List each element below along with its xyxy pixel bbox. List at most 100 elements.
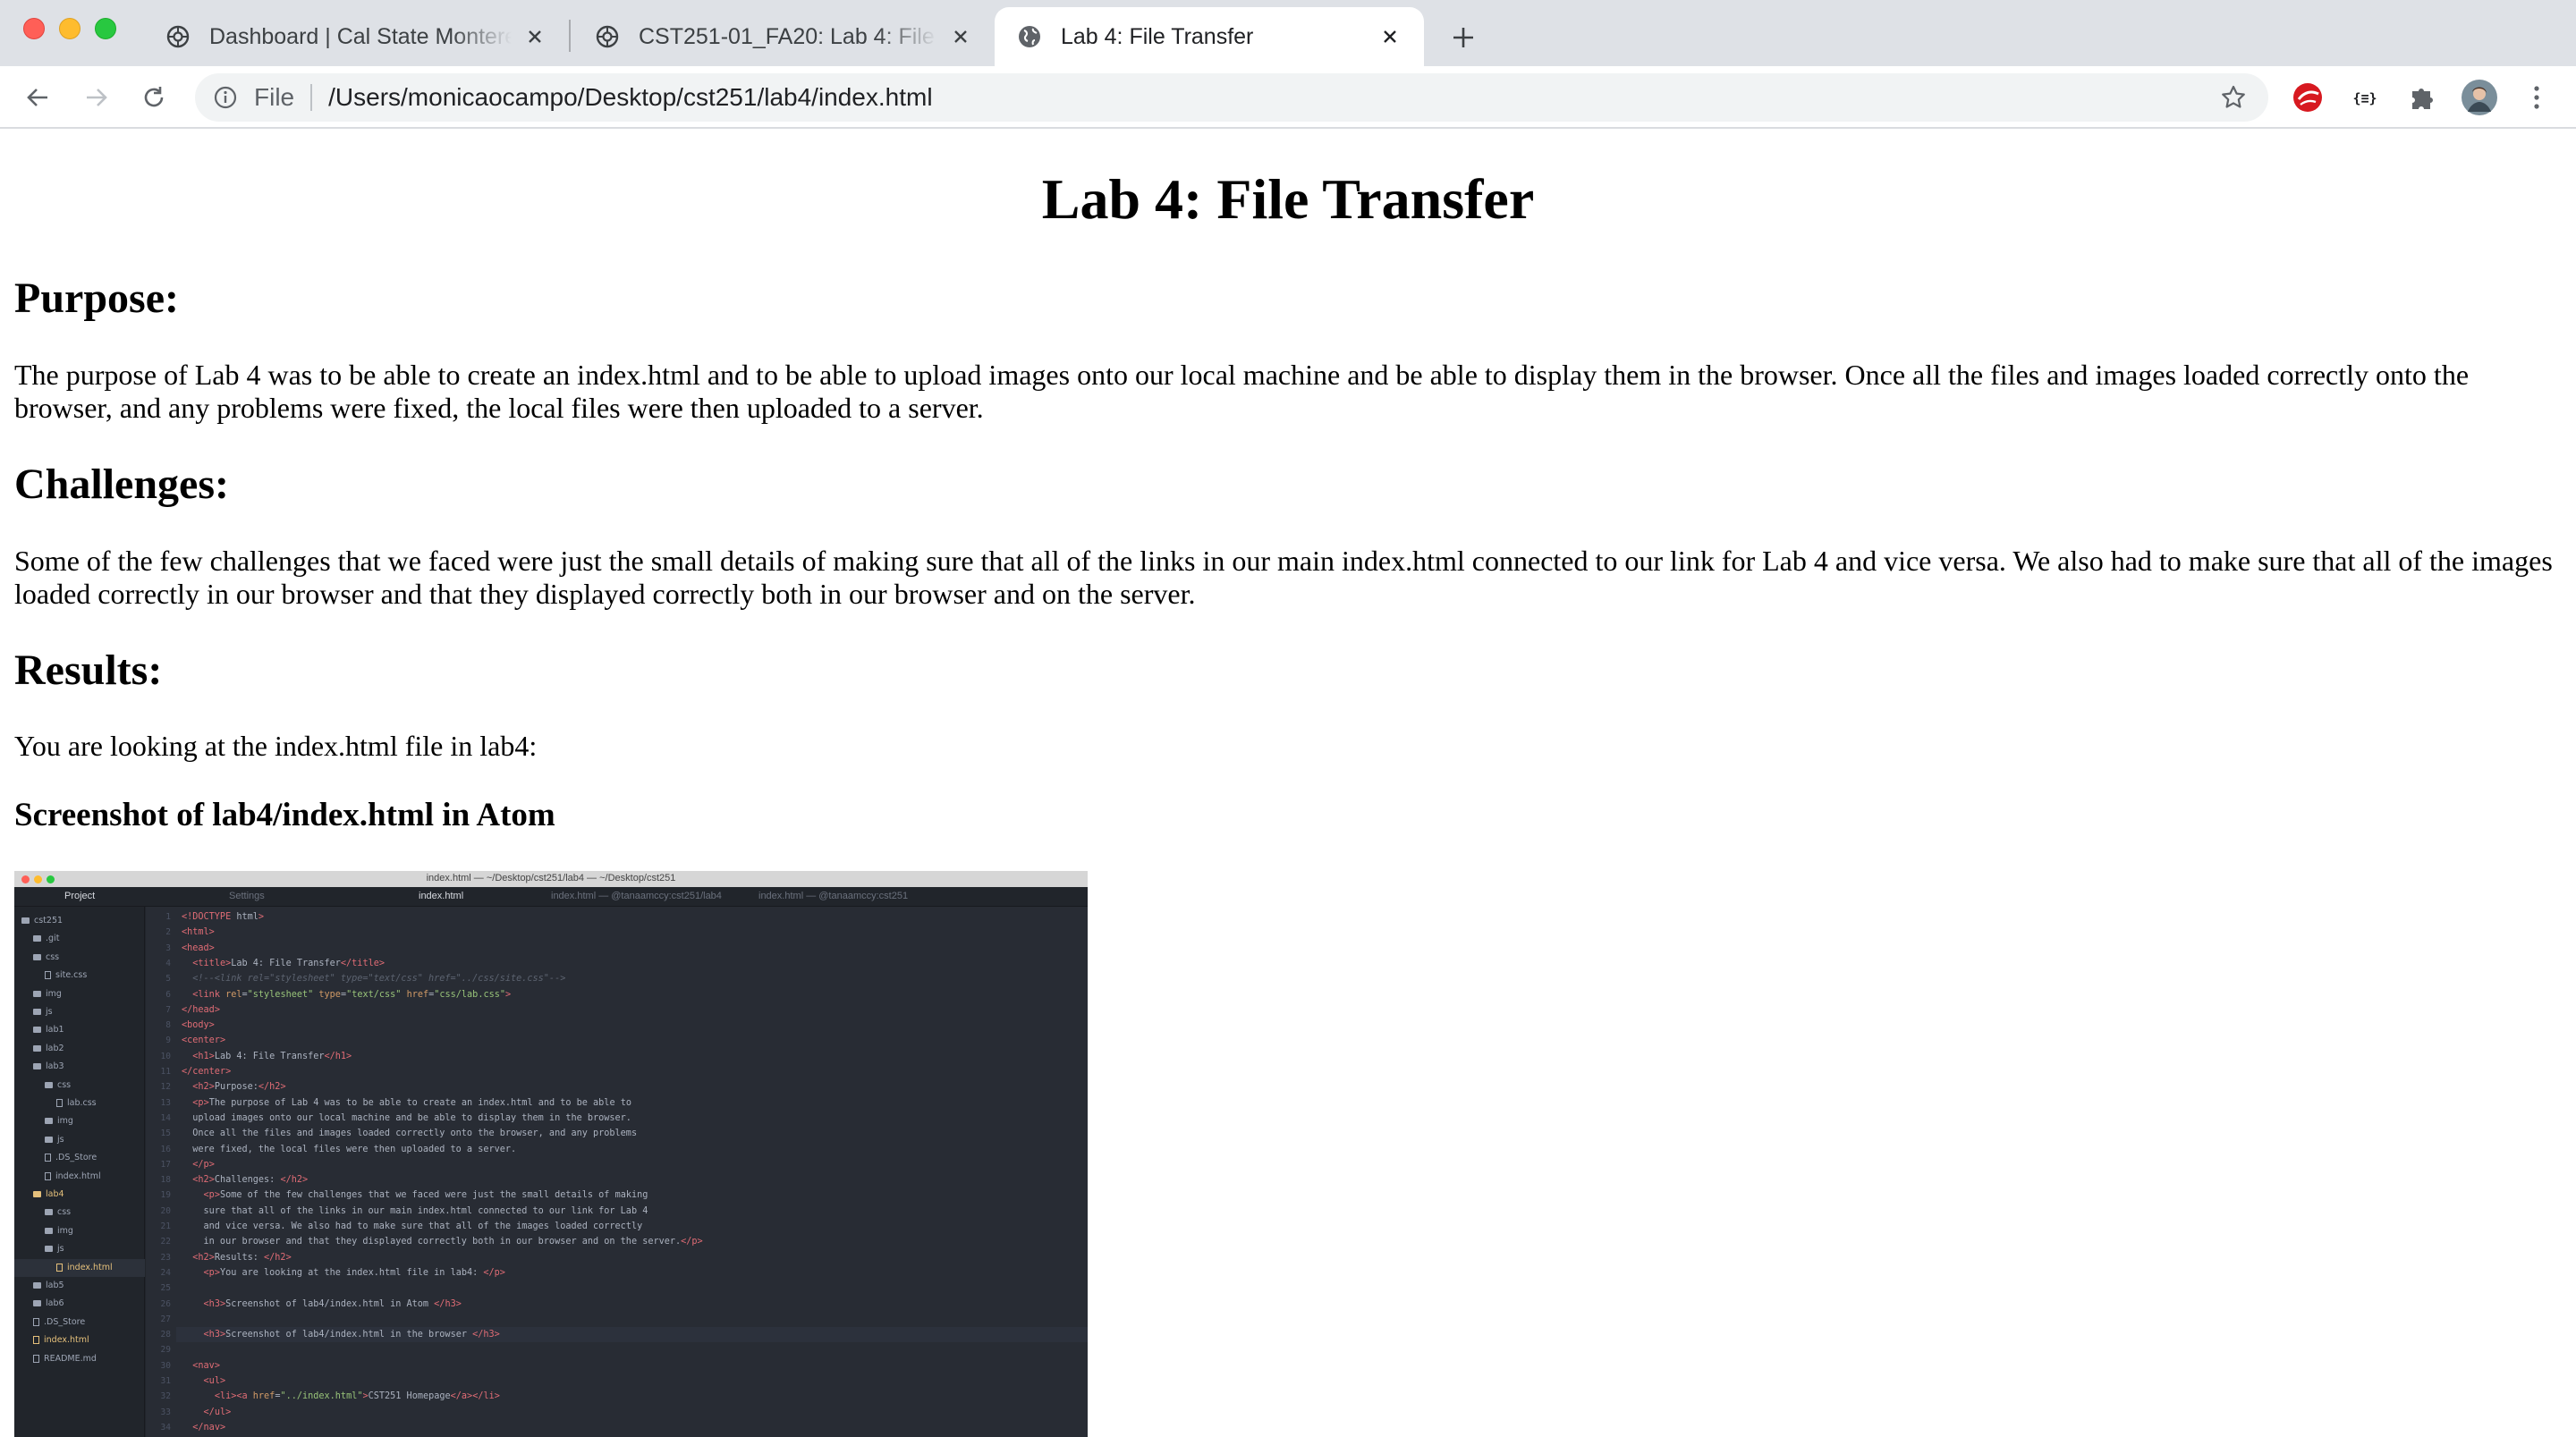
atom-line-number: 3 — [165, 943, 171, 953]
atom-tree-label: lab3 — [46, 1061, 64, 1072]
close-tab-icon[interactable] — [522, 24, 547, 49]
atom-tree-item: index.html — [14, 1168, 145, 1186]
atom-code-line: <!DOCTYPE html> — [182, 912, 265, 922]
atom-tree-label: index.html — [67, 1262, 113, 1272]
tab-title: Dashboard | Cal State Monterey Bay — [209, 23, 512, 49]
atom-code-line: </ul> — [203, 1407, 232, 1417]
close-tab-icon[interactable] — [948, 24, 973, 49]
address-bar[interactable]: File /Users/monicaocampo/Desktop/cst251/… — [195, 73, 2268, 122]
zoom-window-button[interactable] — [95, 18, 116, 39]
atom-tree-item: js — [14, 1003, 145, 1021]
atom-line-number: 21 — [160, 1221, 171, 1231]
page-content: Lab 4: File Transfer Purpose: The purpos… — [0, 131, 2576, 1437]
challenges-paragraph: Some of the few challenges that we faced… — [14, 545, 2563, 611]
tab-cst251-lab4[interactable]: CST251-01_FA20: Lab 4: File Transfer — [572, 7, 995, 66]
atom-line-number: 14 — [160, 1112, 171, 1123]
atom-code-line: </p> — [192, 1159, 215, 1170]
page-title: Lab 4: File Transfer — [1041, 167, 1535, 231]
atom-tree-label: lab5 — [46, 1281, 64, 1290]
minimize-window-button[interactable] — [59, 18, 80, 39]
atom-line-number: 16 — [160, 1144, 171, 1154]
atom-line-number: 18 — [160, 1175, 171, 1186]
atom-tree-item: .DS_Store — [14, 1149, 145, 1167]
tab-lab4-file-transfer[interactable]: Lab 4: File Transfer — [995, 7, 1424, 66]
atom-code-line: <h2>Purpose:</h2> — [192, 1082, 286, 1093]
bookmark-star-icon[interactable] — [2218, 82, 2249, 113]
atom-line-number: 11 — [160, 1067, 171, 1077]
atom-tree-item: lab4 — [14, 1186, 145, 1204]
atom-line-number: 5 — [165, 974, 171, 985]
atom-line-number: 33 — [160, 1407, 171, 1417]
folder-icon — [33, 1009, 41, 1015]
file-icon — [45, 1171, 51, 1180]
atom-line-number: 7 — [165, 1004, 171, 1015]
atom-line-number: 9 — [165, 1035, 171, 1046]
atom-tree-item: js — [14, 1240, 145, 1258]
atom-code-line: <html> — [182, 927, 215, 938]
atom-tree-item: css — [14, 949, 145, 967]
atom-tree-label: index.html — [44, 1335, 89, 1346]
json-viewer-icon[interactable]: {≡} — [2347, 80, 2383, 115]
atom-tree-label: README.md — [44, 1353, 97, 1364]
atom-tab-bar: Project Settings index.html index.html —… — [14, 887, 1088, 907]
folder-icon — [33, 953, 41, 960]
atom-tree-item: lab3 — [14, 1058, 145, 1076]
atom-tree-label: js — [57, 1134, 64, 1145]
folder-icon — [33, 1063, 41, 1070]
atom-line-number: 32 — [160, 1391, 171, 1402]
atom-code-line: <body> — [182, 1020, 215, 1031]
atom-tree-label: lab1 — [46, 1025, 64, 1035]
info-icon[interactable] — [211, 83, 240, 112]
close-tab-icon[interactable] — [1377, 24, 1402, 49]
scheme-label: File — [254, 83, 295, 111]
back-button[interactable] — [18, 78, 57, 117]
tab-dashboard[interactable]: Dashboard | Cal State Monterey Bay — [143, 7, 569, 66]
puzzle-icon[interactable] — [2404, 80, 2440, 115]
atom-line-number: 15 — [160, 1128, 171, 1139]
file-icon — [45, 971, 51, 980]
atom-code-line: <h2>Results: </h2> — [192, 1252, 292, 1263]
atom-tree-item: .git — [14, 930, 145, 948]
folder-icon — [33, 1191, 41, 1197]
atom-tree-label: img — [46, 988, 62, 999]
atom-code-line: <title>Lab 4: File Transfer</title> — [192, 958, 385, 968]
folder-icon — [33, 990, 41, 997]
atom-code-line: upload images onto our local machine and… — [182, 1112, 631, 1123]
atom-line-number: 28 — [160, 1330, 171, 1340]
atom-line-number: 12 — [160, 1082, 171, 1093]
atom-code-line: <!--<link rel="stylesheet" type="text/cs… — [182, 974, 566, 985]
atom-tree-item: cst251 — [14, 912, 145, 930]
tab-strip: Dashboard | Cal State Monterey Bay CST25… — [0, 0, 2576, 66]
atom-tree-label: js — [57, 1244, 64, 1255]
atom-line-number: 17 — [160, 1159, 171, 1170]
reload-button[interactable] — [134, 78, 174, 117]
paragraph-line: The purpose of Lab 4 was to be able to c… — [14, 359, 2470, 391]
more-menu-icon[interactable] — [2519, 80, 2555, 115]
atom-tree-item: css — [14, 1204, 145, 1221]
folder-icon — [45, 1227, 53, 1234]
challenges-heading: Challenges: — [14, 461, 229, 508]
folder-icon — [33, 1044, 41, 1052]
close-window-button[interactable] — [23, 18, 45, 39]
folder-icon — [21, 917, 30, 924]
url-text[interactable]: /Users/monicaocampo/Desktop/cst251/lab4/… — [328, 83, 932, 112]
atom-tree-item: css — [14, 1077, 145, 1095]
paragraph-line: Some of the few challenges that we faced… — [14, 545, 2553, 577]
new-tab-button[interactable] — [1444, 18, 1483, 57]
atom-tree-item: lab.css — [14, 1095, 145, 1112]
atom-line-number: 1 — [165, 912, 171, 922]
atom-code-line: <li><a href="../index.html">CST251 Homep… — [214, 1391, 500, 1402]
trend-micro-icon[interactable] — [2290, 80, 2326, 115]
atom-line-number: 19 — [160, 1190, 171, 1201]
atom-tree-item: site.css — [14, 967, 145, 985]
atom-tree-label: lab.css — [67, 1098, 97, 1108]
atom-code-line: <h1>Lab 4: File Transfer</h1> — [192, 1051, 352, 1061]
atom-tree-label: lab2 — [46, 1043, 64, 1053]
profile-avatar[interactable] — [2462, 80, 2497, 115]
atom-tree-item: img — [14, 985, 145, 1003]
file-icon — [56, 1099, 63, 1107]
atom-code-line: <h3>Screenshot of lab4/index.html in the… — [203, 1330, 500, 1340]
atom-line-number: 20 — [160, 1205, 171, 1216]
atom-tree-label: .DS_Store — [55, 1153, 97, 1163]
forward-button[interactable] — [77, 78, 116, 117]
